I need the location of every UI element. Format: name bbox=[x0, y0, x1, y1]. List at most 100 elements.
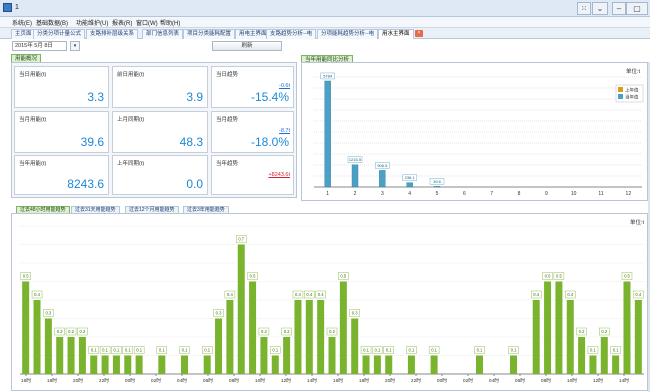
card-label: 当月用能(t) bbox=[19, 117, 47, 123]
tab-branch-trend[interactable]: 支路趋势分析--电 bbox=[266, 29, 317, 39]
restore-button[interactable]: ▢ bbox=[626, 2, 648, 15]
data-label: 0.1 bbox=[125, 348, 131, 353]
minimize-button[interactable]: – bbox=[612, 2, 626, 15]
data-label: 0.3 bbox=[352, 311, 358, 316]
card-label: 上月同期(t) bbox=[117, 117, 145, 123]
bar-hourly bbox=[271, 355, 279, 374]
tab-branch-hierarchy[interactable]: 支路排补层级关系 bbox=[86, 29, 139, 39]
window-menu-button[interactable]: ⌄ bbox=[592, 2, 608, 15]
bar-hourly bbox=[600, 337, 608, 374]
card-today-trend: 当日趋势 -0.6t -15.4% bbox=[211, 66, 294, 108]
data-label: 0.2 bbox=[284, 329, 290, 334]
bar-hourly bbox=[578, 337, 586, 374]
data-label: 0.2 bbox=[68, 329, 74, 334]
bar-hourly bbox=[215, 318, 223, 374]
bar-hourly bbox=[101, 355, 109, 374]
x-tick-label: 12时 bbox=[281, 377, 291, 384]
card-value: -15.4% bbox=[250, 90, 289, 104]
menu-basic-data[interactable]: 基础数据(B) bbox=[36, 18, 68, 27]
x-tick-label: 06时 bbox=[203, 377, 213, 384]
bar-hourly bbox=[283, 337, 291, 374]
data-label: 0.4 bbox=[34, 292, 40, 297]
data-label: 0.1 bbox=[182, 348, 188, 353]
trend-delta-link[interactable]: +8243.6t bbox=[268, 172, 290, 178]
bar-hourly bbox=[181, 355, 189, 374]
bar-hourly bbox=[112, 355, 120, 374]
x-tick-label: 12时 bbox=[593, 377, 603, 384]
refresh-button[interactable]: 刷新 bbox=[212, 41, 282, 51]
menu-report[interactable]: 报表(R) bbox=[112, 18, 132, 27]
data-label: 0.4 bbox=[306, 292, 312, 297]
bar-hourly bbox=[612, 355, 620, 374]
tab-department-list[interactable]: 部门信息列表 bbox=[142, 29, 184, 39]
x-tick-label: 8 bbox=[518, 191, 521, 197]
tab-project-config[interactable]: 项目分类能耗配置 bbox=[183, 29, 236, 39]
bar-hourly bbox=[544, 281, 552, 374]
tab-item-trend[interactable]: 分项能耗趋势分析--电 bbox=[317, 29, 379, 39]
data-label: 0.1 bbox=[102, 348, 108, 353]
trend-delta-link[interactable]: -0.6t bbox=[279, 83, 290, 89]
trend-delta-link[interactable]: -8.7t bbox=[279, 128, 290, 134]
x-tick-label: 4 bbox=[408, 191, 411, 197]
x-tick-label: 22时 bbox=[99, 377, 109, 384]
date-picker[interactable]: 2015年 5月 8日 bbox=[12, 41, 67, 51]
bar-hourly bbox=[475, 355, 483, 374]
x-tick-label: 18时 bbox=[47, 377, 57, 384]
bar-hourly bbox=[90, 355, 98, 374]
x-tick-label: 04时 bbox=[177, 377, 187, 384]
tab-metering-formula[interactable]: 分类分项计量公式 bbox=[33, 29, 86, 39]
card-value: 48.3 bbox=[179, 135, 203, 149]
card-value: 0.0 bbox=[186, 177, 203, 191]
menu-help[interactable]: 帮助(H) bbox=[160, 18, 180, 27]
x-tick-label: 3 bbox=[381, 191, 384, 197]
data-label: 0.5 bbox=[340, 274, 346, 279]
window-title: 1 bbox=[15, 4, 19, 11]
legend-swatch-last-year bbox=[618, 87, 623, 92]
trend-chart-panel: 单位:t 0.5 0.4 0.3 0.2 0.2 0.2 0.1 0.1 0.1 0.1 0.1 0.1… bbox=[11, 213, 648, 391]
bar-hourly bbox=[158, 355, 166, 374]
bar-hourly bbox=[294, 300, 302, 374]
bar-hourly bbox=[362, 355, 370, 374]
tab-water-main[interactable]: 用水主界面 bbox=[378, 29, 414, 39]
bar-hourly bbox=[373, 355, 381, 374]
card-value: -18.0% bbox=[250, 135, 289, 149]
data-label: 0.1 bbox=[374, 348, 380, 353]
x-tick-label: 16时 bbox=[21, 377, 31, 384]
title-bar: 1 – ▢ ⁙ ⌄ bbox=[0, 0, 650, 17]
bar-current-year bbox=[433, 186, 441, 188]
card-label: 前日用能(t) bbox=[117, 72, 145, 78]
overview-panel: 当日用能(t) 3.3 前日用能(t) 3.9 当日趋势 -0.6t -15.4… bbox=[11, 62, 297, 198]
bar-hourly bbox=[249, 281, 257, 374]
card-value: 3.9 bbox=[186, 90, 203, 104]
data-label: 0.3 bbox=[216, 311, 222, 316]
bar-hourly bbox=[328, 337, 336, 374]
x-tick-label: 22时 bbox=[411, 377, 421, 384]
x-tick-label: 14时 bbox=[619, 377, 629, 384]
data-label: 1215.5 bbox=[349, 157, 362, 162]
chart-unit-label: 单位:t bbox=[630, 218, 645, 226]
x-tick-label: 08时 bbox=[541, 377, 551, 384]
calendar-dropdown-icon[interactable]: ▾ bbox=[70, 41, 80, 51]
data-label: 0.4 bbox=[635, 292, 641, 297]
tab-home[interactable]: 主页面 bbox=[11, 29, 36, 39]
data-label: 0.2 bbox=[79, 329, 85, 334]
x-tick-label: 04时 bbox=[489, 377, 499, 384]
menu-window[interactable]: 窗口(W) bbox=[136, 18, 158, 27]
data-label: 238.1 bbox=[405, 175, 416, 180]
card-label: 当年用能(t) bbox=[19, 161, 47, 167]
legend-label-last-year: 上年值 bbox=[625, 87, 639, 94]
x-tick-label: 02时 bbox=[151, 377, 161, 384]
data-label: 39.6 bbox=[433, 179, 442, 184]
data-label: 0.4 bbox=[533, 292, 539, 297]
card-year-usage: 当年用能(t) 8243.6 bbox=[14, 155, 109, 195]
bar-hourly bbox=[634, 300, 642, 374]
card-today-usage: 当日用能(t) 3.3 bbox=[14, 66, 109, 108]
menu-system[interactable]: 系统(E) bbox=[12, 18, 32, 27]
card-label: 当日用能(t) bbox=[19, 72, 47, 78]
menu-maintenance[interactable]: 功能维护(U) bbox=[76, 18, 108, 27]
bar-hourly bbox=[135, 355, 143, 374]
x-tick-label: 10时 bbox=[255, 377, 265, 384]
x-tick-label: 2 bbox=[354, 191, 357, 197]
data-label: 0.5 bbox=[23, 274, 29, 279]
close-tab-icon[interactable]: × bbox=[415, 30, 423, 37]
